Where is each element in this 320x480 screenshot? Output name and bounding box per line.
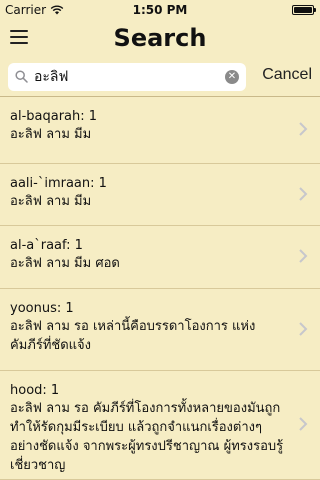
list-item[interactable]: yoonus: 1 อะลิฟ ลาม รอ เหล่านี้คือบรรดาโ… — [0, 289, 320, 371]
chevron-right-icon — [299, 417, 308, 431]
list-item[interactable]: hood: 1 อะลิฟ ลาม รอ คัมภีร์ที่โองการทั้… — [0, 371, 320, 480]
clear-icon[interactable]: ✕ — [225, 70, 239, 84]
list-item[interactable]: aali-`imraan: 1 อะลิฟ ลาม มีม — [0, 164, 320, 226]
search-bar: ✕ Cancel — [0, 60, 320, 96]
result-title: al-baqarah: 1 — [10, 109, 98, 124]
status-bar: Carrier 1:50 PM — [0, 0, 320, 20]
search-field[interactable]: ✕ — [8, 63, 246, 91]
result-text: อะลิฟ ลาม รอ คัมภีร์ที่โองการทั้งหลายของ… — [10, 401, 284, 473]
result-text: อะลิฟ ลาม มีม — [10, 194, 92, 209]
result-text: อะลิฟ ลาม มีม ศอด — [10, 256, 120, 271]
result-text: อะลิฟ ลาม มีม — [10, 127, 92, 142]
chevron-right-icon — [299, 122, 308, 136]
status-time: 1:50 PM — [132, 3, 188, 17]
search-input[interactable] — [34, 67, 214, 87]
chevron-right-icon — [299, 186, 308, 201]
result-title: al-a`raaf: 1 — [10, 238, 83, 253]
nav-bar: Search — [0, 20, 320, 60]
search-icon — [15, 70, 28, 83]
result-title: aali-`imraan: 1 — [10, 176, 107, 191]
battery-icon — [292, 5, 316, 15]
page-title: Search — [113, 24, 207, 52]
result-title: yoonus: 1 — [10, 301, 74, 316]
cancel-button[interactable]: Cancel — [262, 66, 312, 84]
list-item[interactable]: al-baqarah: 1 อะลิฟ ลาม มีม — [0, 97, 320, 164]
chevron-right-icon — [299, 249, 308, 263]
chevron-right-icon — [299, 321, 308, 336]
results-list: al-baqarah: 1 อะลิฟ ลาม มีม aali-`imraan… — [0, 97, 320, 480]
list-item[interactable]: al-a`raaf: 1 อะลิฟ ลาม มีม ศอด — [0, 226, 320, 289]
result-text: อะลิฟ ลาม รอ เหล่านี้คือบรรดาโองการ แห่ง… — [10, 319, 256, 353]
result-title: hood: 1 — [10, 383, 60, 398]
